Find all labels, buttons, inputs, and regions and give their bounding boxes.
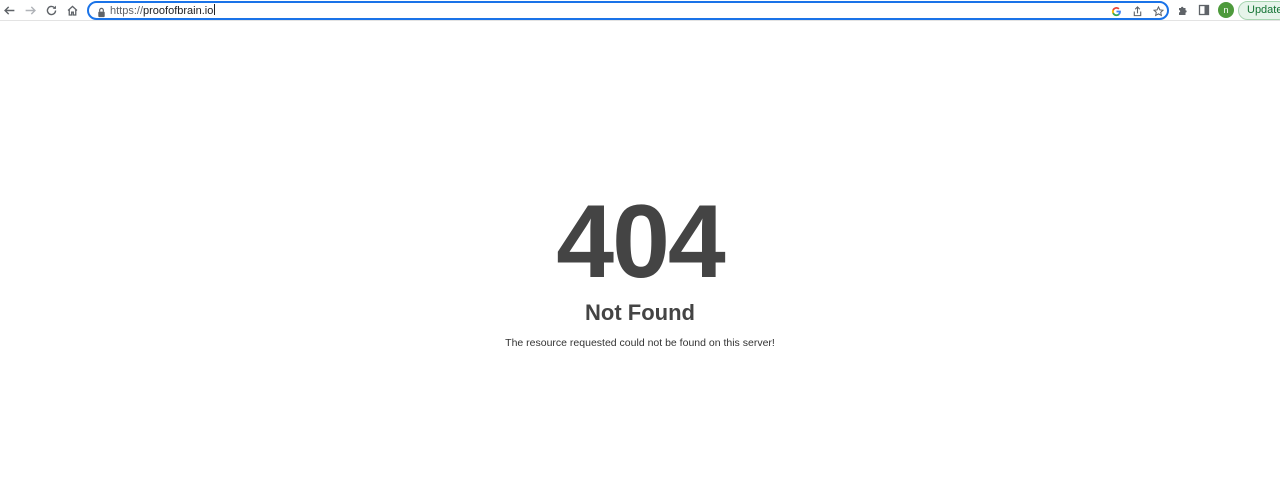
side-panel-icon[interactable]	[1197, 3, 1211, 17]
text-caret	[214, 4, 216, 15]
lock-icon[interactable]	[96, 5, 107, 18]
error-code: 404	[556, 184, 726, 300]
google-icon[interactable]	[1110, 5, 1122, 17]
error-title: Not Found	[585, 300, 695, 325]
address-bar[interactable]: https://proofofbrain.io	[87, 1, 1169, 20]
error-message: The resource requested could not be foun…	[505, 337, 775, 349]
star-icon[interactable]	[1152, 5, 1164, 17]
back-arrow-icon[interactable]	[1, 2, 18, 19]
forward-arrow-icon[interactable]	[22, 2, 39, 19]
reload-icon[interactable]	[43, 2, 60, 19]
home-icon[interactable]	[64, 2, 81, 19]
profile-avatar[interactable]: n	[1218, 2, 1234, 18]
url-text[interactable]: https://proofofbrain.io	[110, 4, 216, 18]
browser-toolbar: https://proofofbrain.io n Update	[0, 0, 1280, 21]
share-icon[interactable]	[1131, 5, 1143, 17]
update-button[interactable]: Update	[1238, 1, 1280, 20]
puzzle-icon[interactable]	[1176, 3, 1190, 17]
url-scheme: https://	[110, 5, 144, 17]
page-content: 404 Not Found The resource requested cou…	[0, 22, 1280, 491]
url-host: proofofbrain.io	[143, 5, 214, 17]
